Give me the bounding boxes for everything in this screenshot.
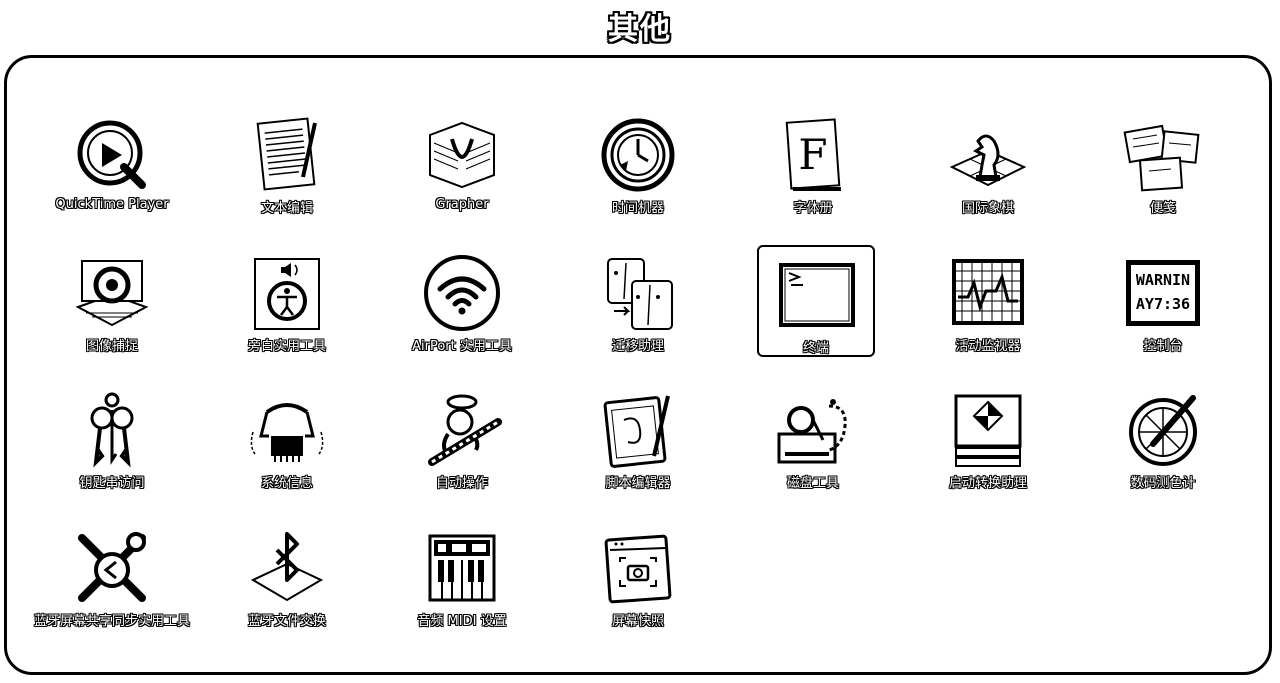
folder-title: 其他 [608, 12, 672, 47]
app-label: 迁移助理 [611, 339, 664, 354]
activity-monitor-icon [948, 253, 1028, 333]
svg-text:F: F [798, 130, 827, 179]
app-textedit[interactable]: 文本编辑 [207, 105, 367, 235]
app-label: AirPort 实用工具 [412, 339, 512, 354]
app-label: QuickTime Player [55, 197, 169, 212]
app-voiceover-utility[interactable]: 旁白实用工具 [207, 243, 367, 373]
migration-assistant-icon [598, 253, 678, 333]
app-terminal[interactable]: 终端 [757, 245, 875, 357]
terminal-icon [777, 255, 857, 335]
bluetooth-file-exchange-icon [247, 528, 327, 608]
grapher-icon [422, 115, 502, 195]
app-label: 活动监视器 [955, 339, 1021, 354]
app-time-machine[interactable]: 时间机器 [558, 105, 718, 235]
time-machine-icon [598, 115, 678, 195]
app-label: Grapher [435, 197, 489, 212]
digital-color-meter-icon [1123, 390, 1203, 470]
app-label: 便笺 [1149, 201, 1176, 216]
app-grapher[interactable]: Grapher [382, 105, 542, 235]
textedit-icon [247, 115, 327, 195]
app-script-editor[interactable]: 脚本编辑器 [558, 380, 718, 510]
app-label: 文本编辑 [260, 201, 313, 216]
system-information-icon [247, 390, 327, 470]
app-font-book[interactable]: F 字体册 [733, 105, 893, 235]
audio-midi-setup-icon [422, 528, 502, 608]
font-book-icon: F [773, 115, 853, 195]
app-label: 国际象棋 [961, 201, 1014, 216]
app-screenshot[interactable]: 屏幕快照 [558, 518, 718, 648]
app-label: 旁白实用工具 [247, 339, 326, 354]
app-console[interactable]: WARNIN AY7:36 控制台 [1083, 243, 1243, 373]
app-label: 图像捕捉 [85, 339, 138, 354]
app-automator[interactable]: 自动操作 [382, 380, 542, 510]
stickies-icon [1123, 115, 1203, 195]
app-label: 数码测色计 [1130, 476, 1196, 491]
app-label: 控制台 [1143, 339, 1183, 354]
app-audio-midi-setup[interactable]: 音频 MIDI 设置 [382, 518, 542, 648]
image-capture-icon [72, 253, 152, 333]
app-stickies[interactable]: 便笺 [1083, 105, 1243, 235]
app-image-capture[interactable]: 图像捕捉 [32, 243, 192, 373]
boot-camp-assistant-icon [948, 390, 1028, 470]
keychain-access-icon [72, 390, 152, 470]
app-chess[interactable]: 国际象棋 [908, 105, 1068, 235]
app-label: 钥匙串访问 [79, 476, 145, 491]
quicktime-icon [72, 115, 152, 195]
disk-utility-icon [773, 390, 853, 470]
app-label: 字体册 [793, 201, 833, 216]
bluetooth-screen-sharing-icon [72, 528, 152, 608]
app-activity-monitor[interactable]: 活动监视器 [908, 243, 1068, 373]
app-disk-utility[interactable]: 磁盘工具 [733, 380, 893, 510]
app-keychain-access[interactable]: 钥匙串访问 [32, 380, 192, 510]
app-label: 启动转换助理 [948, 476, 1027, 491]
app-label: 脚本编辑器 [605, 476, 671, 491]
app-label: 系统信息 [260, 476, 313, 491]
console-icon-line-2: AY7:36 [1136, 295, 1190, 313]
app-bluetooth-file-exchange[interactable]: 蓝牙文件交换 [207, 518, 367, 648]
app-system-information[interactable]: 系统信息 [207, 380, 367, 510]
chess-icon [948, 115, 1028, 195]
app-label: 蓝牙屏幕共享同步实用工具 [33, 614, 190, 629]
app-label: 自动操作 [435, 476, 488, 491]
app-label: 终端 [802, 341, 829, 356]
app-label: 时间机器 [611, 201, 664, 216]
app-quicktime-player[interactable]: QuickTime Player [32, 105, 192, 235]
automator-icon [422, 390, 502, 470]
console-icon: WARNIN AY7:36 [1123, 253, 1203, 333]
script-editor-icon [598, 390, 678, 470]
airport-utility-icon [422, 253, 502, 333]
app-label: 音频 MIDI 设置 [417, 614, 507, 629]
app-boot-camp-assistant[interactable]: 启动转换助理 [908, 380, 1068, 510]
voiceover-utility-icon [247, 253, 327, 333]
app-bluetooth-screen-sharing[interactable]: 蓝牙屏幕共享同步实用工具 [32, 518, 192, 648]
app-label: 屏幕快照 [611, 614, 664, 629]
app-airport-utility[interactable]: AirPort 实用工具 [382, 243, 542, 373]
app-label: 蓝牙文件交换 [247, 614, 326, 629]
console-icon-line-1: WARNIN [1136, 271, 1190, 289]
app-digital-color-meter[interactable]: 数码测色计 [1083, 380, 1243, 510]
screenshot-icon [598, 528, 678, 608]
app-label: 磁盘工具 [786, 476, 839, 491]
app-migration-assistant[interactable]: 迁移助理 [558, 243, 718, 373]
